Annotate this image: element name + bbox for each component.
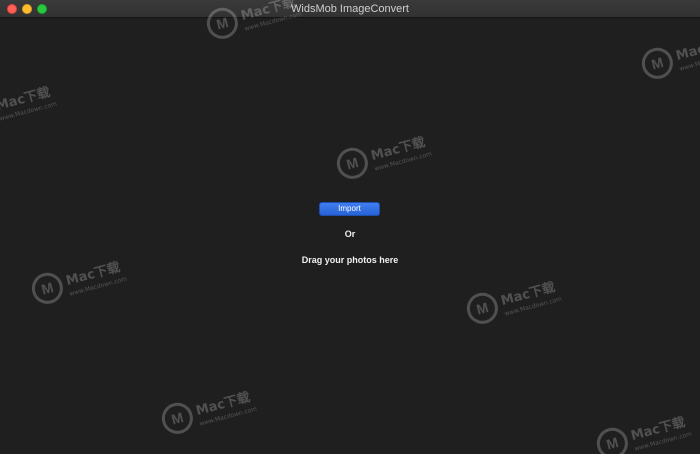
- svg-text:M: M: [345, 154, 360, 172]
- svg-text:M: M: [40, 279, 55, 297]
- watermark-logo: M Mac下载 www.Macdown.com: [31, 259, 128, 304]
- watermark-logo: M Mac下载 www.Macdown.com: [161, 389, 258, 434]
- svg-text:Mac下载: Mac下载: [369, 134, 427, 164]
- title-bar[interactable]: WidsMob ImageConvert: [0, 0, 700, 18]
- watermark-logo: M Mac下载 www.Macdown.com: [0, 84, 58, 123]
- drop-zone[interactable]: M Mac下载 www.Macdown.com M Mac下载 www.Macd…: [0, 0, 700, 454]
- svg-text:www.Macdown.com: www.Macdown.com: [0, 101, 58, 123]
- svg-text:M: M: [170, 409, 185, 427]
- import-button[interactable]: Import: [319, 202, 380, 216]
- svg-text:Mac下载: Mac下载: [629, 414, 687, 444]
- svg-text:M: M: [605, 434, 620, 452]
- svg-text:Mac下载: Mac下载: [0, 84, 52, 114]
- or-label: Or: [344, 229, 356, 239]
- svg-text:M: M: [650, 54, 665, 72]
- svg-text:www.Macdown.com: www.Macdown.com: [679, 51, 700, 73]
- watermark-logo: M Mac下载 www.Macdown.com: [336, 134, 433, 179]
- app-window: WidsMob ImageConvert M Mac下载 www.Macdown…: [0, 0, 700, 454]
- watermark-logo: M Mac下载 www.Macdown.com: [466, 279, 563, 324]
- svg-text:M: M: [475, 299, 490, 317]
- svg-text:Mac下载: Mac下载: [194, 389, 252, 419]
- svg-text:www.Macdown.com: www.Macdown.com: [199, 406, 258, 428]
- window-title: WidsMob ImageConvert: [291, 3, 409, 15]
- svg-text:Mac下载: Mac下载: [499, 279, 557, 309]
- watermark-logo: M Mac下载 www.Macdown.com: [596, 414, 693, 454]
- svg-text:www.Macdown.com: www.Macdown.com: [504, 296, 563, 318]
- drag-photos-hint: Drag your photos here: [301, 255, 399, 265]
- svg-text:www.Macdown.com: www.Macdown.com: [634, 431, 693, 453]
- svg-text:www.Macdown.com: www.Macdown.com: [69, 276, 128, 298]
- svg-text:Mac下载: Mac下载: [674, 34, 700, 64]
- watermark-logo: M Mac下载 www.Macdown.com: [641, 34, 700, 79]
- svg-text:www.Macdown.com: www.Macdown.com: [374, 151, 433, 173]
